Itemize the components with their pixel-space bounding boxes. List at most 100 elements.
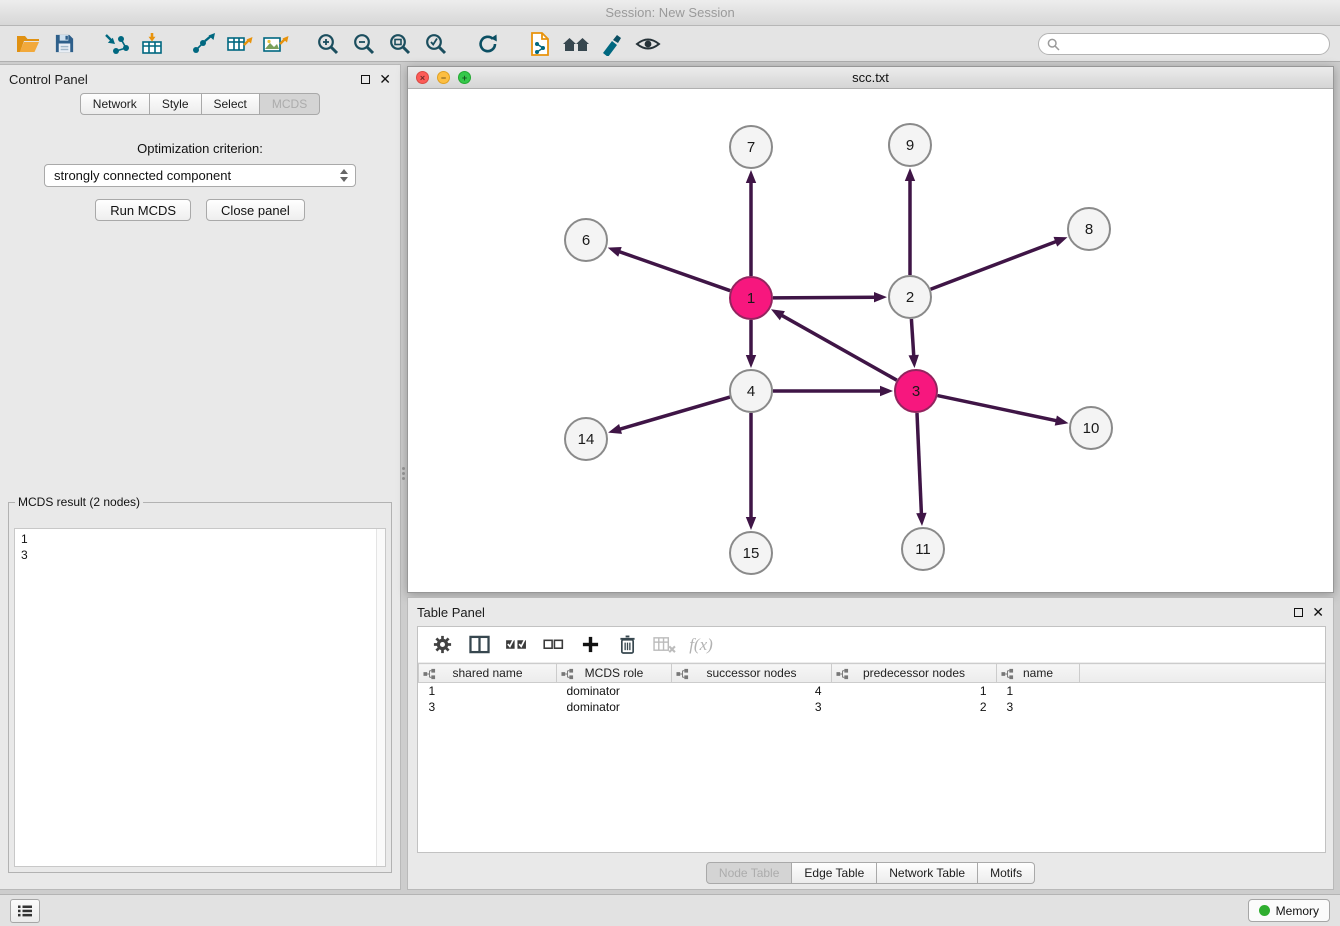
graph-edge-arrowhead: [746, 517, 756, 530]
float-panel-icon[interactable]: [361, 75, 370, 84]
close-table-panel-icon[interactable]: ✕: [1312, 606, 1324, 618]
network-from-selection-button[interactable]: [522, 29, 558, 59]
graph-node[interactable]: 2: [889, 276, 931, 318]
graph-edge[interactable]: [938, 396, 1059, 422]
float-table-panel-icon[interactable]: [1294, 608, 1303, 617]
table-cell-filler: [1080, 699, 1326, 715]
tab-mcds[interactable]: MCDS: [260, 93, 320, 115]
tab-network-table[interactable]: Network Table: [877, 862, 978, 884]
table-cell[interactable]: 2: [832, 699, 997, 715]
run-mcds-button[interactable]: Run MCDS: [95, 199, 191, 221]
export-table-button[interactable]: [222, 29, 258, 59]
table-panel-header: Table Panel ✕: [408, 598, 1333, 626]
table-cell[interactable]: dominator: [557, 683, 672, 699]
result-scrollbar[interactable]: [376, 529, 385, 866]
home-button[interactable]: [558, 29, 594, 59]
column-header[interactable]: successor nodes: [672, 664, 832, 683]
tab-node-table[interactable]: Node Table: [706, 862, 793, 884]
table-cell[interactable]: 1: [832, 683, 997, 699]
table-cell[interactable]: 3: [672, 699, 832, 715]
eye-icon: [634, 32, 662, 56]
graph-node[interactable]: 15: [730, 532, 772, 574]
import-network-button[interactable]: [98, 29, 134, 59]
column-header[interactable]: shared name: [419, 664, 557, 683]
save-session-button[interactable]: [46, 29, 82, 59]
graph-node[interactable]: 14: [565, 418, 607, 460]
open-session-button[interactable]: [10, 29, 46, 59]
export-network-button[interactable]: [186, 29, 222, 59]
graph-node[interactable]: 6: [565, 219, 607, 261]
control-panel-header: Control Panel ✕: [0, 65, 400, 93]
zoom-in-button[interactable]: [310, 29, 346, 59]
deselect-all-rows-button[interactable]: [539, 632, 567, 658]
zoom-selected-button[interactable]: [418, 29, 454, 59]
optimization-criterion-select[interactable]: strongly connected component: [44, 164, 356, 187]
delete-table-icon: [653, 635, 676, 654]
delete-column-button[interactable]: [613, 632, 641, 658]
zoom-fit-icon: [388, 32, 412, 56]
graph-edge[interactable]: [911, 319, 914, 358]
export-image-button[interactable]: [258, 29, 294, 59]
zoom-out-button[interactable]: [346, 29, 382, 59]
close-panel-icon[interactable]: ✕: [379, 73, 391, 85]
tab-style[interactable]: Style: [150, 93, 202, 115]
delete-table-button[interactable]: [650, 632, 678, 658]
show-graphics-button[interactable]: [630, 29, 666, 59]
graph-edge[interactable]: [618, 397, 730, 430]
import-table-button[interactable]: [134, 29, 170, 59]
memory-button[interactable]: Memory: [1248, 899, 1330, 922]
window-title: Session: New Session: [605, 5, 734, 20]
table-cell[interactable]: dominator: [557, 699, 672, 715]
minimize-window-button[interactable]: −: [437, 71, 450, 84]
graph-node[interactable]: 1: [730, 277, 772, 319]
tab-motifs[interactable]: Motifs: [978, 862, 1035, 884]
refresh-layout-button[interactable]: [470, 29, 506, 59]
graph-node[interactable]: 3: [895, 370, 937, 412]
graph-node[interactable]: 10: [1070, 407, 1112, 449]
table-row[interactable]: 1dominator411: [419, 683, 1326, 699]
table-cell[interactable]: 1: [997, 683, 1080, 699]
app-window: Session: New Session: [0, 0, 1340, 926]
apply-style-button[interactable]: [594, 29, 630, 59]
table-cell[interactable]: 3: [419, 699, 557, 715]
graph-edge-arrowhead: [1055, 416, 1069, 426]
plus-icon: [581, 635, 600, 654]
tab-network[interactable]: Network: [80, 93, 150, 115]
select-all-rows-button[interactable]: [502, 632, 530, 658]
list-icon: [17, 904, 33, 918]
open-folder-icon: [15, 32, 41, 56]
graph-edge[interactable]: [917, 413, 922, 516]
search-icon: [1047, 38, 1060, 56]
graph-node[interactable]: 4: [730, 370, 772, 412]
table-cell[interactable]: 4: [672, 683, 832, 699]
tab-select[interactable]: Select: [202, 93, 260, 115]
tab-edge-table[interactable]: Edge Table: [792, 862, 877, 884]
function-builder-button[interactable]: f(x): [687, 632, 715, 658]
graph-node[interactable]: 9: [889, 124, 931, 166]
table-cell[interactable]: 3: [997, 699, 1080, 715]
close-panel-button[interactable]: Close panel: [206, 199, 305, 221]
maximize-window-button[interactable]: +: [458, 71, 471, 84]
graph-edge[interactable]: [617, 251, 730, 291]
search-input[interactable]: [1038, 33, 1330, 55]
table-row[interactable]: 3dominator323: [419, 699, 1326, 715]
task-history-button[interactable]: [10, 899, 40, 923]
column-header[interactable]: name: [997, 664, 1080, 683]
network-canvas[interactable]: 7 9 6 8 1 2 4 3 14 10 15 11: [408, 89, 1333, 592]
graph-node[interactable]: 7: [730, 126, 772, 168]
graph-node[interactable]: 8: [1068, 208, 1110, 250]
add-column-button[interactable]: [576, 632, 604, 658]
panel-splitter-handle[interactable]: [400, 460, 407, 486]
column-header[interactable]: MCDS role: [557, 664, 672, 683]
graph-node[interactable]: 11: [902, 528, 944, 570]
table-settings-button[interactable]: [428, 632, 456, 658]
graph-edge[interactable]: [780, 314, 897, 380]
column-header-filler: [1080, 664, 1326, 683]
close-window-button[interactable]: ×: [416, 71, 429, 84]
zoom-fit-button[interactable]: [382, 29, 418, 59]
show-columns-button[interactable]: [465, 632, 493, 658]
column-header[interactable]: predecessor nodes: [832, 664, 997, 683]
graph-edge[interactable]: [931, 241, 1059, 290]
table-cell[interactable]: 1: [419, 683, 557, 699]
graph-edge[interactable]: [773, 297, 877, 298]
